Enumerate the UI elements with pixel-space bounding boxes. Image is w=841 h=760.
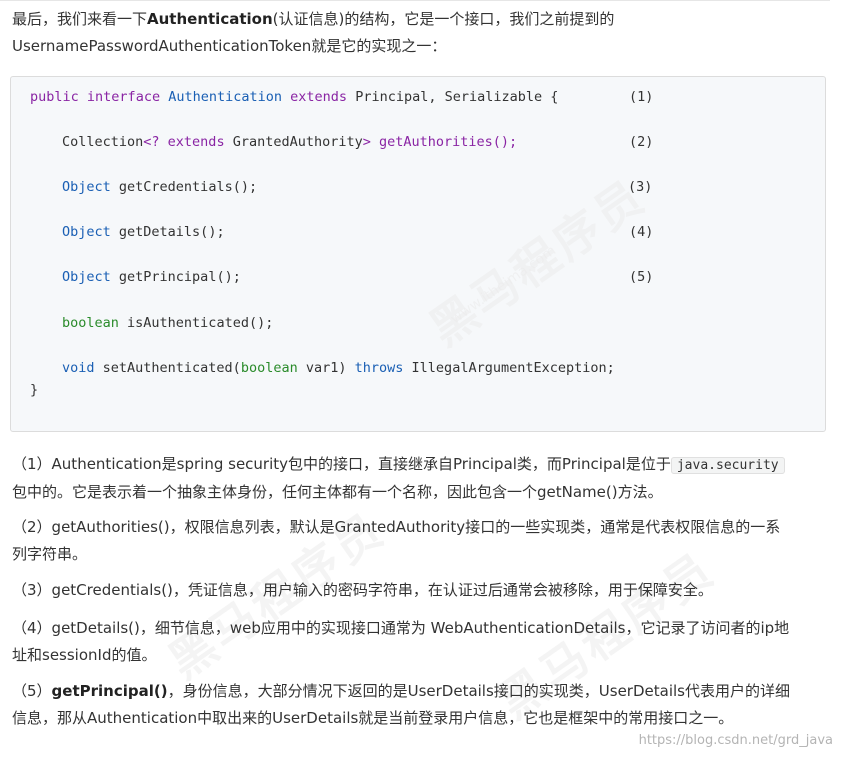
- code-line-4: Object getDetails();: [62, 224, 225, 240]
- annotation-number-5: (5): [629, 269, 654, 285]
- code-type: boolean: [62, 315, 119, 331]
- annotation-number-2: (2): [629, 134, 654, 150]
- intro-text-2: (认证信息)的结构，它是一个接口，我们之前提到的: [272, 10, 615, 28]
- annotation-number-1: (1): [629, 89, 654, 105]
- code-text: isAuthenticated();: [118, 315, 274, 331]
- explanation-text: 址和sessionId的值。: [12, 646, 157, 664]
- explanation-4: （4）getDetails()，细节信息，web应用中的实现接口通常为 WebA…: [12, 615, 827, 669]
- code-keyword: throws: [354, 360, 404, 376]
- code-text: getPrincipal();: [110, 269, 241, 285]
- explanation-text: 包中的。它是表示着一个抽象主体身份，任何主体都有一个名称，因此包含一个getNa…: [12, 483, 663, 501]
- intro-text-1: 最后，我们来看一下: [12, 10, 148, 28]
- explanation-text: （2）getAuthorities()，权限信息列表，默认是GrantedAut…: [12, 518, 781, 536]
- code-text: > getAuthorities();: [362, 134, 518, 150]
- code-line-6: boolean isAuthenticated();: [62, 315, 273, 331]
- code-line-2: Collection<? extends GrantedAuthority> g…: [62, 134, 517, 150]
- code-line-8: }: [30, 382, 39, 398]
- code-type: boolean: [240, 360, 298, 376]
- explanation-text: （1）Authentication是spring security包中的接口，直…: [12, 455, 671, 473]
- code-text: getDetails();: [110, 224, 225, 240]
- code-keyword: extends: [167, 134, 225, 150]
- code-line-5: Object getPrincipal();: [62, 269, 241, 285]
- code-text: Collection: [62, 134, 144, 150]
- code-text: getCredentials();: [110, 179, 258, 195]
- code-type: Object: [62, 269, 111, 285]
- code-keyword: extends: [290, 89, 348, 105]
- code-block[interactable]: 黑马程序员 www.itheima.com public interface A…: [10, 76, 826, 432]
- intro-text-3: UsernamePasswordAuthenticationToken就是它的实…: [12, 37, 447, 55]
- code-line-3: Object getCredentials();: [62, 179, 257, 195]
- explanation-text: （5）: [12, 682, 52, 700]
- intro-bold-term: Authentication: [147, 10, 273, 28]
- code-type: Object: [62, 224, 111, 240]
- explanation-bold-term: getPrincipal(): [51, 682, 168, 700]
- code-line-1: public interface Authentication extends …: [30, 89, 558, 105]
- explanation-5: （5）getPrincipal()，身份信息，大部分情况下返回的是UserDet…: [12, 678, 827, 732]
- explanation-1: （1）Authentication是spring security包中的接口，直…: [12, 451, 827, 506]
- code-keyword: public: [30, 89, 79, 105]
- explanation-text: （4）getDetails()，细节信息，web应用中的实现接口通常为 WebA…: [12, 619, 790, 637]
- explanation-3: （3）getCredentials()，凭证信息，用户输入的密码字符串，在认证过…: [12, 577, 827, 604]
- watermark-url: www.itheima.com: [447, 242, 560, 328]
- code-text: GrantedAuthority: [224, 134, 363, 150]
- code-type: Authentication: [168, 89, 283, 105]
- explanation-text: 信息，那从Authentication中取出来的UserDetails就是当前登…: [12, 709, 734, 727]
- code-keyword: <?: [143, 134, 168, 150]
- intro-paragraph: 最后，我们来看一下Authentication(认证信息)的结构，它是一个接口，…: [12, 6, 827, 60]
- annotation-number-4: (4): [629, 224, 654, 240]
- code-type: Object: [62, 179, 111, 195]
- explanation-text: ，身份信息，大部分情况下返回的是UserDetails接口的实现类，UserDe…: [167, 682, 790, 700]
- code-line-7: void setAuthenticated(boolean var1) thro…: [62, 360, 615, 376]
- code-text: var1): [297, 360, 355, 376]
- code-text: Principal, Serializable {: [355, 89, 559, 105]
- code-type: void: [62, 360, 95, 376]
- source-url: https://blog.csdn.net/grd_java: [638, 733, 833, 748]
- inline-code: java.security: [670, 457, 785, 474]
- explanation-text: （3）getCredentials()，凭证信息，用户输入的密码字符串，在认证过…: [12, 581, 713, 599]
- explanation-text: 列字符串。: [12, 545, 88, 563]
- annotation-number-3: (3): [628, 179, 653, 195]
- code-keyword: interface: [86, 89, 161, 105]
- code-text: IllegalArgumentException;: [403, 360, 615, 376]
- code-text: setAuthenticated(: [94, 360, 241, 376]
- top-divider: [0, 0, 830, 1]
- explanation-2: （2）getAuthorities()，权限信息列表，默认是GrantedAut…: [12, 514, 827, 568]
